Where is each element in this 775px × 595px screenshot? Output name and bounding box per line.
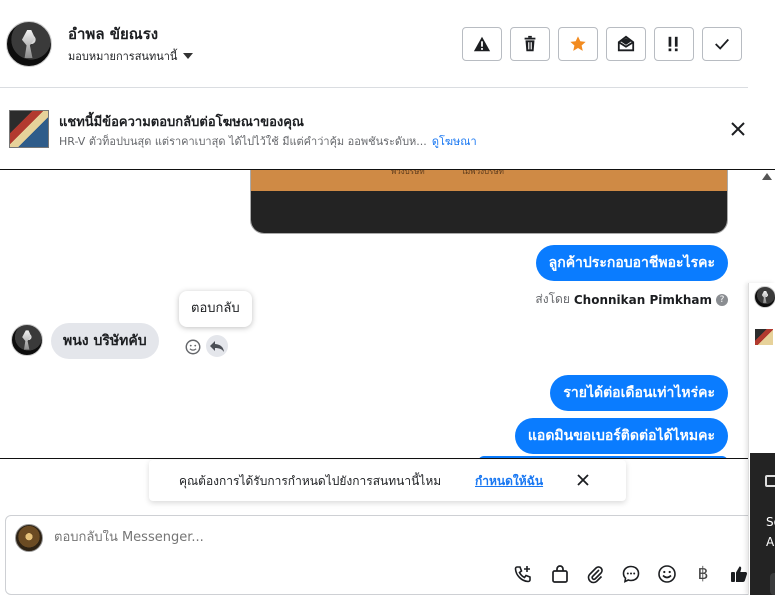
ad-banner-description: HR-V ตัวท็อปบนสุด แต่ราคาเบาสุด ได้ไปไว้… bbox=[59, 132, 477, 150]
emoji-icon bbox=[658, 565, 676, 583]
assign-prompt: คุณต้องการได้รับการกำหนดไปยังการสนทนานี้… bbox=[149, 460, 626, 501]
assign-to-me-link[interactable]: กำหนดให้ฉัน bbox=[475, 472, 543, 491]
sender-name: Chonnikan Pimkham bbox=[573, 292, 712, 307]
contact-avatar-small[interactable] bbox=[11, 324, 43, 356]
report-icon bbox=[473, 36, 491, 52]
attach-button[interactable] bbox=[584, 563, 606, 585]
shopping-bag-icon bbox=[552, 565, 568, 583]
outgoing-message[interactable]: แอดมินขอเบอร์ติดต่อได้ไหมคะ bbox=[514, 418, 728, 454]
ad-description-text: HR-V ตัวท็อปบนสุด แต่ราคาเบาสุด ได้ไปไว้… bbox=[59, 135, 427, 148]
follow-up-button[interactable] bbox=[654, 27, 694, 61]
help-icon[interactable]: ? bbox=[716, 293, 728, 306]
like-button[interactable] bbox=[728, 563, 750, 585]
reply-tooltip: ตอบกลับ bbox=[179, 291, 252, 327]
card-option-1: พ่วงบริษัท bbox=[391, 169, 425, 176]
trash-icon bbox=[524, 35, 536, 52]
close-icon[interactable] bbox=[575, 472, 591, 488]
checkbox-icon[interactable] bbox=[765, 475, 775, 487]
star-icon bbox=[570, 36, 586, 51]
call-add-icon bbox=[514, 566, 531, 583]
contact-avatar[interactable] bbox=[6, 21, 52, 67]
paperclip-icon bbox=[587, 566, 603, 584]
shop-button[interactable] bbox=[549, 563, 571, 585]
side-ad-thumbnail[interactable] bbox=[755, 329, 773, 345]
mark-unread-button[interactable] bbox=[606, 27, 646, 61]
view-ad-link[interactable]: ดูโฆษณา bbox=[432, 135, 477, 148]
outgoing-message-partial[interactable] bbox=[478, 456, 728, 458]
reply-icon[interactable] bbox=[206, 335, 228, 357]
assign-dropdown[interactable]: มอบหมายการสนทนานี้ bbox=[68, 47, 194, 65]
report-button[interactable] bbox=[462, 27, 502, 61]
reply-input[interactable] bbox=[54, 530, 654, 545]
thumbs-up-icon bbox=[731, 566, 748, 582]
follow-up-icon bbox=[668, 36, 678, 52]
side-chat-panel: So A bbox=[748, 283, 775, 595]
side-popup-button[interactable] bbox=[770, 573, 775, 595]
emoji-button[interactable] bbox=[656, 563, 678, 585]
close-icon[interactable] bbox=[728, 119, 748, 139]
scroll-up-arrow-icon[interactable] bbox=[762, 173, 772, 180]
shared-form-card[interactable]: พ่วงบริษัท ไม่พ่วงบริษัท bbox=[250, 169, 728, 234]
outgoing-message[interactable]: ลูกค้าประกอบอาชีพอะไรคะ bbox=[535, 245, 728, 281]
payment-button[interactable]: ฿ bbox=[692, 563, 714, 585]
ad-thumbnail[interactable] bbox=[9, 110, 49, 148]
sent-by-line: ส่งโดย Chonnikan Pimkham ? bbox=[535, 290, 728, 309]
ad-banner-title: แชทนี้มีข้อความตอบกลับต่อโฆษณาของคุณ bbox=[59, 115, 304, 130]
contact-name[interactable]: อำพล ขัยณรง bbox=[68, 22, 158, 46]
mark-done-button[interactable] bbox=[702, 27, 742, 61]
chevron-down-icon[interactable] bbox=[183, 53, 194, 59]
call-add-button[interactable] bbox=[512, 563, 534, 585]
side-text-2: A bbox=[766, 535, 775, 549]
page-avatar bbox=[15, 524, 43, 552]
react-emoji-icon[interactable] bbox=[184, 338, 202, 356]
assign-prompt-text: คุณต้องการได้รับการกำหนดไปยังการสนทนานี้… bbox=[179, 474, 442, 488]
message-composer: ฿ bbox=[5, 515, 756, 595]
star-button[interactable] bbox=[558, 27, 598, 61]
mark-unread-icon bbox=[617, 35, 635, 52]
side-contact-avatar[interactable] bbox=[754, 286, 775, 308]
card-option-2: ไม่พ่วงบริษัท bbox=[461, 169, 504, 176]
saved-replies-button[interactable] bbox=[620, 563, 642, 585]
assign-label: มอบหมายการสนทนานี้ bbox=[68, 50, 178, 63]
ad-reply-banner: แชทนี้มีข้อความตอบกลับต่อโฆษณาของคุณ HR-… bbox=[0, 89, 775, 169]
chat-bubble-icon bbox=[622, 565, 640, 583]
outgoing-message[interactable]: รายได้ต่อเดือนเท่าไหร่คะ bbox=[550, 375, 728, 411]
done-icon bbox=[715, 38, 729, 50]
incoming-message[interactable]: พนง บริษัทคับ bbox=[51, 323, 159, 359]
message-thread[interactable]: พ่วงบริษัท ไม่พ่วงบริษัท ลูกค้าประกอบอาช… bbox=[0, 169, 775, 459]
conversation-header: อำพล ขัยณรง มอบหมายการสนทนานี้ bbox=[0, 0, 748, 88]
side-text-1: So bbox=[766, 515, 775, 529]
side-dark-popup: So A bbox=[750, 453, 775, 595]
sent-by-label: ส่งโดย bbox=[535, 292, 570, 306]
baht-icon: ฿ bbox=[697, 564, 709, 584]
delete-button[interactable] bbox=[510, 27, 550, 61]
messenger-inbox: อำพล ขัยณรง มอบหมายการสนทนานี้ แชทนี้มีข… bbox=[0, 0, 775, 595]
